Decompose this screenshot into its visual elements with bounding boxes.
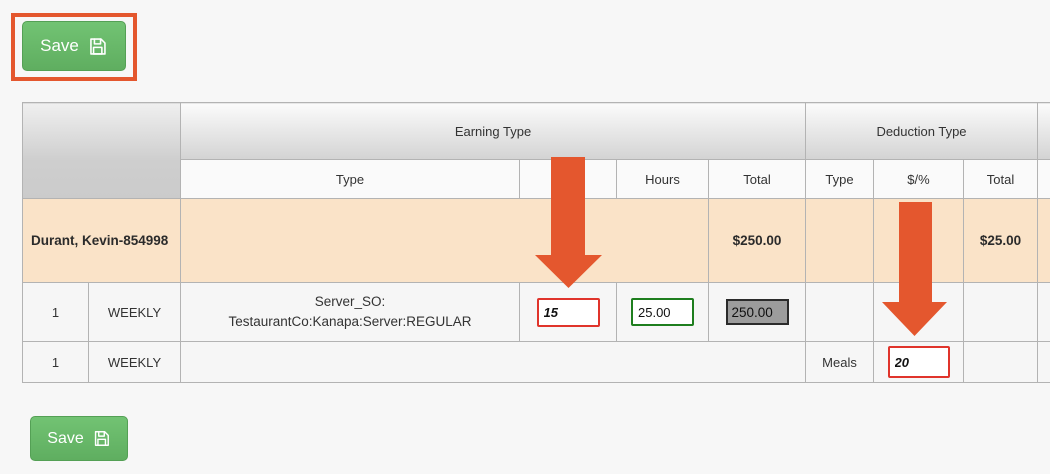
empty-cell <box>1038 283 1050 342</box>
deduction-row: 1 WEEKLY Meals <box>23 342 1050 383</box>
pay-frequency: WEEKLY <box>89 342 181 383</box>
empty-cell <box>964 283 1038 342</box>
floppy-disk-icon <box>87 36 108 57</box>
floppy-disk-icon <box>92 429 111 448</box>
empty-cell <box>874 283 964 342</box>
summary-deduction-amount-cell <box>874 199 964 283</box>
deduction-total-column-header: Total <box>964 160 1038 199</box>
payroll-grid: Earning Type Deduction Type Type Hours T… <box>22 102 1050 383</box>
earning-type-value: Server_SO: TestaurantCo:Kanapa:Server:RE… <box>181 283 520 342</box>
line-number: 1 <box>23 342 89 383</box>
earning-hours-column-header: Hours <box>617 160 709 199</box>
summary-deduction-type-cell <box>806 199 874 283</box>
earning-type-group-header: Earning Type <box>181 103 806 160</box>
payroll-edit-page: { "top_toolbar": { "save_label": "Save" … <box>0 0 1050 474</box>
line-number: 1 <box>23 283 89 342</box>
earning-total-column-header: Total <box>709 160 806 199</box>
deduction-type-column-header: Type <box>806 160 874 199</box>
earning-row: 1 WEEKLY Server_SO: TestaurantCo:Kanapa:… <box>23 283 1050 342</box>
empty-cell <box>1038 342 1050 383</box>
save-button-label: Save <box>47 430 83 448</box>
corner-header-cell <box>23 103 181 199</box>
cutoff-group-header <box>1038 103 1050 160</box>
deduction-amount-input[interactable] <box>888 346 950 378</box>
empty-cell <box>806 283 874 342</box>
rate-input[interactable] <box>537 298 600 327</box>
empty-cell <box>964 342 1038 383</box>
earning-type-column-header: Type <box>181 160 520 199</box>
deduction-type-value: Meals <box>806 342 874 383</box>
payroll-table: Earning Type Deduction Type Type Hours T… <box>22 102 1050 383</box>
save-button-top[interactable]: Save <box>22 21 126 71</box>
hours-cell <box>617 283 709 342</box>
save-button-bottom[interactable]: Save <box>30 416 128 461</box>
deduction-amount-column-header: $/% <box>874 160 964 199</box>
earning-rate-column-header <box>520 160 617 199</box>
cutoff-column-header <box>1038 160 1050 199</box>
save-button-label: Save <box>40 36 79 56</box>
employee-name: Durant, Kevin-854998 <box>23 199 181 283</box>
summary-cutoff-cell <box>1038 199 1050 283</box>
hours-input[interactable] <box>631 298 694 326</box>
deduction-amount-cell <box>874 342 964 383</box>
earning-row-total-readonly: 250.00 <box>726 299 789 325</box>
earning-row-total-cell: 250.00 <box>709 283 806 342</box>
earning-total-value: $250.00 <box>709 199 806 283</box>
deduction-type-group-header: Deduction Type <box>806 103 1038 160</box>
pay-frequency: WEEKLY <box>89 283 181 342</box>
deduction-total-value: $25.00 <box>964 199 1038 283</box>
group-header-row: Earning Type Deduction Type <box>23 103 1050 160</box>
deduction-row-spacer-cell <box>181 342 806 383</box>
summary-spacer-cell <box>181 199 709 283</box>
employee-summary-row: Durant, Kevin-854998 $250.00 $25.00 <box>23 199 1050 283</box>
rate-cell <box>520 283 617 342</box>
